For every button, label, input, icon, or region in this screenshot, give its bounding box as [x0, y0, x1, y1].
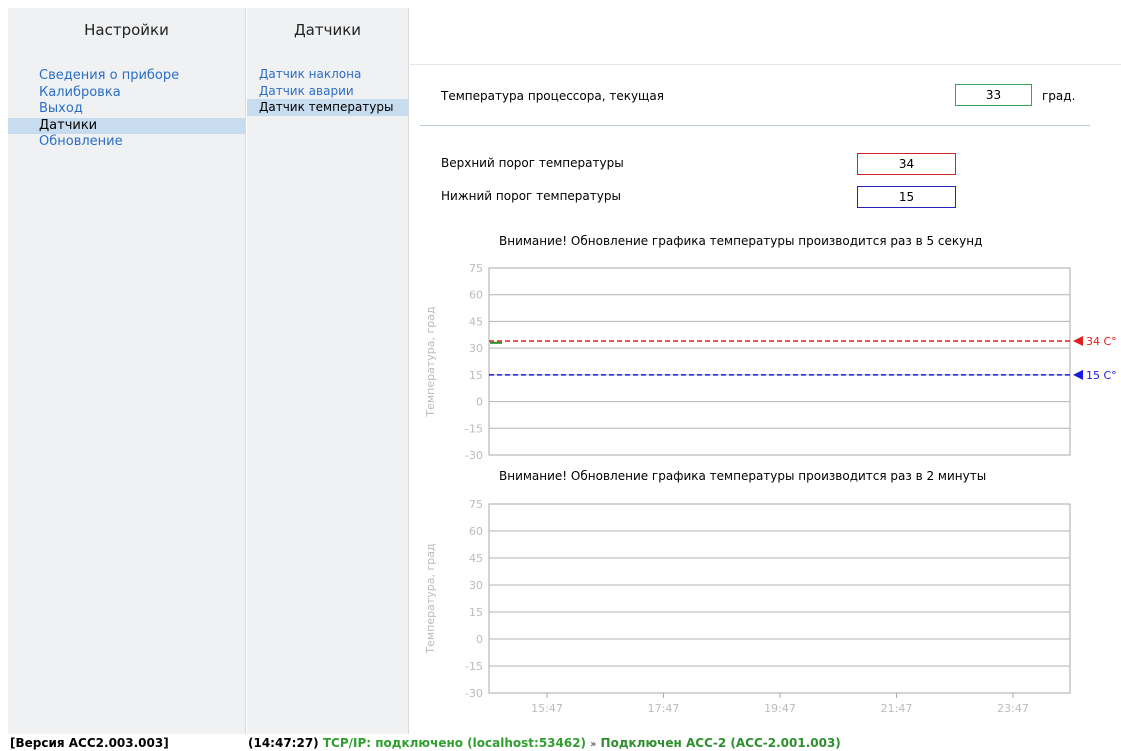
- lower-threshold-label: Нижний порог температуры: [441, 189, 621, 203]
- settings-item-sensors[interactable]: Датчики: [8, 117, 245, 134]
- status-time: (14:47:27): [248, 736, 319, 750]
- chart1-ytick: 15: [469, 369, 483, 382]
- status-bar: [Версия ACC2.003.003] (14:47:27) TCP/IP:…: [0, 735, 1121, 751]
- sensors-nav: Датчик наклона Датчик аварии Датчик темп…: [247, 66, 408, 116]
- chart1-threshold-label: 34 С°: [1086, 335, 1117, 348]
- sensors-panel: Датчики Датчик наклона Датчик аварии Дат…: [247, 8, 409, 734]
- lower-threshold-input[interactable]: 15: [857, 186, 956, 208]
- chart1-threshold-marker: [1073, 369, 1083, 380]
- upper-threshold-input[interactable]: 34: [857, 153, 956, 175]
- chart2-xtick: 23:47: [997, 702, 1029, 715]
- settings-panel: Настройки Сведения о приборе Калибровка …: [8, 8, 246, 734]
- status-arrow: »: [590, 739, 597, 750]
- connection-status: (14:47:27) TCP/IP: подключено (localhost…: [248, 735, 841, 751]
- cpu-temp-unit: град.: [1042, 89, 1076, 103]
- sensor-item-alarm[interactable]: Датчик аварии: [247, 83, 408, 100]
- settings-item-exit[interactable]: Выход: [8, 101, 245, 118]
- chart2-ytick: 30: [469, 579, 483, 592]
- sensor-item-tilt[interactable]: Датчик наклона: [247, 66, 408, 83]
- settings-item-update[interactable]: Обновление: [8, 134, 245, 151]
- chart1-ytick: 60: [469, 289, 483, 302]
- upper-threshold-label: Верхний порог температуры: [441, 156, 624, 170]
- chart2-frame: [488, 503, 1071, 694]
- settings-item-device-info[interactable]: Сведения о приборе: [8, 68, 245, 85]
- chart1-realtime-temperature: 75 60 45 30 15 0 -15 -30 Температура, град 34 С° 1…: [424, 262, 1117, 462]
- chart2-history-temperature: 75 60 45 30 15 0 -15 -30 Температура, град 15:47 1…: [424, 498, 1071, 715]
- chart2-ytick: 0: [476, 633, 483, 646]
- chart1-ytick: 0: [476, 396, 483, 409]
- settings-item-calibration[interactable]: Калибровка: [8, 85, 245, 102]
- chart2-xtick: 17:47: [648, 702, 680, 715]
- status-connected: Подключен АСС-2 (АСС-2.001.003): [600, 736, 841, 750]
- chart1-ytick: 45: [469, 315, 483, 328]
- chart2-xtick: 21:47: [881, 702, 913, 715]
- chart2-xtick: 15:47: [531, 702, 563, 715]
- chart2-xtick: 19:47: [764, 702, 796, 715]
- chart2-ytick: 45: [469, 552, 483, 565]
- cpu-temp-label: Температура процессора, текущая: [441, 89, 664, 103]
- chart1-title: Внимание! Обновление графика температуры…: [499, 234, 983, 248]
- chart1-threshold-marker: [1073, 336, 1083, 347]
- chart1-threshold-label: 15 С°: [1086, 369, 1117, 382]
- cpu-temp-value: 33: [955, 84, 1032, 106]
- app-window: Настройки Сведения о приборе Калибровка …: [0, 0, 1121, 751]
- chart2-ytick: -15: [465, 660, 483, 673]
- chart2-ytick: -30: [465, 687, 483, 700]
- chart2-ytick: 15: [469, 606, 483, 619]
- settings-title: Настройки: [84, 21, 169, 39]
- section-divider: [420, 125, 1090, 126]
- chart2-ytick: 75: [469, 498, 483, 511]
- chart2-ytick: 60: [469, 525, 483, 538]
- chart1-ytick: 75: [469, 262, 483, 275]
- status-tcp: TCP/IP: подключено (localhost:53462): [322, 736, 587, 750]
- chart1-ytick: -15: [465, 422, 483, 435]
- sensor-item-temperature[interactable]: Датчик температуры: [247, 99, 408, 116]
- chart1-ylabel: Температура, град: [424, 306, 437, 418]
- sensors-title: Датчики: [293, 21, 362, 39]
- chart2-title: Внимание! Обновление графика температуры…: [499, 469, 987, 483]
- settings-nav: Сведения о приборе Калибровка Выход Датч…: [8, 68, 245, 151]
- chart1-frame: [488, 267, 1071, 456]
- chart1-ytick: -30: [465, 449, 483, 462]
- header-divider: [410, 64, 1121, 65]
- chart1-ytick: 30: [469, 342, 483, 355]
- chart2-ylabel: Температура, град: [424, 543, 437, 655]
- main-content: Температура процессора, текущая 33 град.…: [410, 8, 1121, 734]
- version-label: [Версия ACC2.003.003]: [10, 736, 169, 750]
